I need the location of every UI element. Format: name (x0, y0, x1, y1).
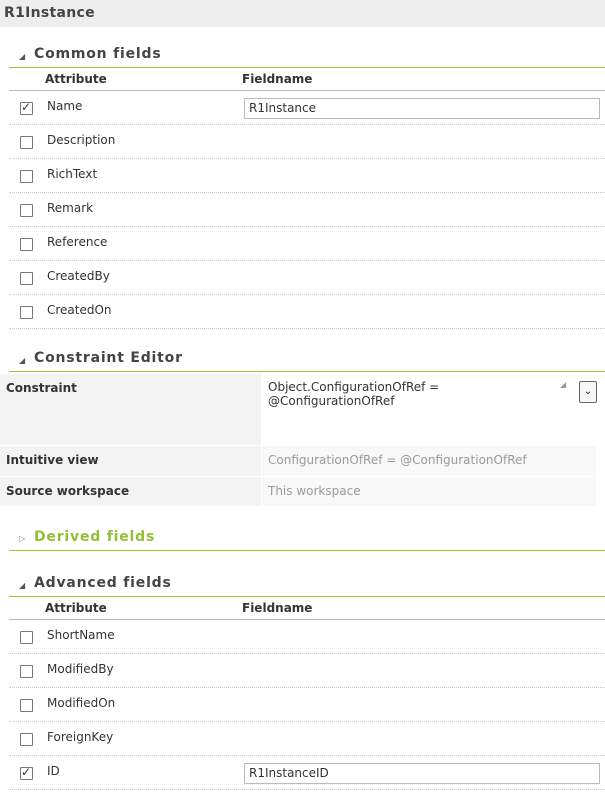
column-fieldname: Fieldname (242, 72, 313, 86)
checkbox-modifiedon[interactable] (20, 699, 33, 712)
attribute-label: RichText (47, 167, 98, 181)
section-title-common: Common fields (34, 46, 162, 62)
fieldname-input-name[interactable]: R1Instance (244, 98, 600, 119)
column-fieldname: Fieldname (242, 601, 313, 615)
constraint-textarea[interactable]: Object.ConfigurationOfRef = @Configurati… (262, 374, 568, 440)
attribute-label: Remark (47, 201, 94, 215)
intuitive-view-row: Intuitive view ConfigurationOfRef = @Con… (0, 446, 596, 477)
common-row-description: Description (9, 125, 605, 159)
attribute-label: ForeignKey (47, 730, 114, 744)
source-value-cell: This workspace (262, 477, 596, 506)
attribute-label: Description (47, 133, 116, 147)
constraint-row: Constraint Object.ConfigurationOfRef = @… (0, 374, 597, 446)
attribute-label: Reference (47, 235, 108, 249)
attribute-label: ID (47, 764, 60, 778)
common-row-name: Name R1Instance (9, 91, 605, 125)
intuitive-label-cell: Intuitive view (0, 446, 261, 476)
window-title: R1Instance (0, 0, 605, 27)
advanced-column-header: Attribute Fieldname (9, 597, 605, 620)
common-row-reference: Reference (9, 227, 605, 261)
intuitive-label: Intuitive view (6, 453, 99, 467)
triangle-collapsed-icon[interactable]: ▷ (19, 535, 25, 543)
source-value: This workspace (268, 484, 361, 498)
common-column-header: Attribute Fieldname (9, 68, 605, 91)
checkbox-id[interactable] (20, 765, 33, 780)
constraint-value-cell: Object.ConfigurationOfRef = @Configurati… (262, 374, 597, 445)
section-title-constraint: Constraint Editor (34, 350, 183, 366)
checkbox-name[interactable] (20, 100, 33, 115)
advanced-row-modifiedon: ModifiedOn (9, 688, 605, 722)
section-title-advanced: Advanced fields (34, 575, 172, 591)
triangle-expanded-icon[interactable]: ◢ (19, 582, 25, 590)
constraint-label: Constraint (6, 381, 77, 395)
source-label-cell: Source workspace (0, 477, 261, 506)
source-label: Source workspace (6, 484, 130, 498)
intuitive-value-cell: ConfigurationOfRef = @ConfigurationOfRef (262, 446, 596, 476)
advanced-row-foreignkey: ForeignKey (9, 722, 605, 756)
chevron-down-icon[interactable]: ⌄ (579, 381, 597, 403)
checkbox-reference[interactable] (20, 238, 33, 251)
constraint-label-cell: Constraint (0, 374, 261, 445)
section-derived-fields[interactable]: ▷ Derived fields (9, 528, 605, 551)
advanced-row-shortname: ShortName (9, 620, 605, 654)
common-row-createdon: CreatedOn (9, 295, 605, 329)
checkbox-createdon[interactable] (20, 306, 33, 319)
attribute-label: Name (47, 99, 83, 113)
attribute-label: CreatedOn (47, 303, 112, 317)
attribute-label: ModifiedOn (47, 696, 116, 710)
checkbox-shortname[interactable] (20, 631, 33, 644)
attribute-label: ModifiedBy (47, 662, 114, 676)
attribute-label: CreatedBy (47, 269, 110, 283)
advanced-row-id: ID R1InstanceID (9, 756, 605, 790)
checkbox-createdby[interactable] (20, 272, 33, 285)
triangle-expanded-icon[interactable]: ◢ (19, 357, 25, 365)
checkbox-modifiedby[interactable] (20, 665, 33, 678)
attribute-label: ShortName (47, 628, 115, 642)
checkbox-foreignkey[interactable] (20, 733, 33, 746)
common-row-createdby: CreatedBy (9, 261, 605, 295)
resize-handle-icon[interactable]: ◢ (560, 381, 568, 389)
checkbox-description[interactable] (20, 136, 33, 149)
column-attribute: Attribute (45, 72, 107, 86)
fieldname-input-id[interactable]: R1InstanceID (244, 763, 600, 784)
advanced-row-modifiedby: ModifiedBy (9, 654, 605, 688)
triangle-expanded-icon[interactable]: ◢ (19, 53, 25, 61)
section-advanced-fields[interactable]: ◢ Advanced fields (9, 574, 605, 597)
common-row-remark: Remark (9, 193, 605, 227)
source-workspace-row: Source workspace This workspace (0, 477, 596, 507)
checkbox-richtext[interactable] (20, 170, 33, 183)
section-title-derived: Derived fields (34, 529, 156, 545)
section-constraint-editor[interactable]: ◢ Constraint Editor (9, 349, 605, 372)
section-common-fields[interactable]: ◢ Common fields (9, 45, 605, 68)
common-row-richtext: RichText (9, 159, 605, 193)
intuitive-value: ConfigurationOfRef = @ConfigurationOfRef (268, 453, 527, 467)
checkbox-remark[interactable] (20, 204, 33, 217)
column-attribute: Attribute (45, 601, 107, 615)
